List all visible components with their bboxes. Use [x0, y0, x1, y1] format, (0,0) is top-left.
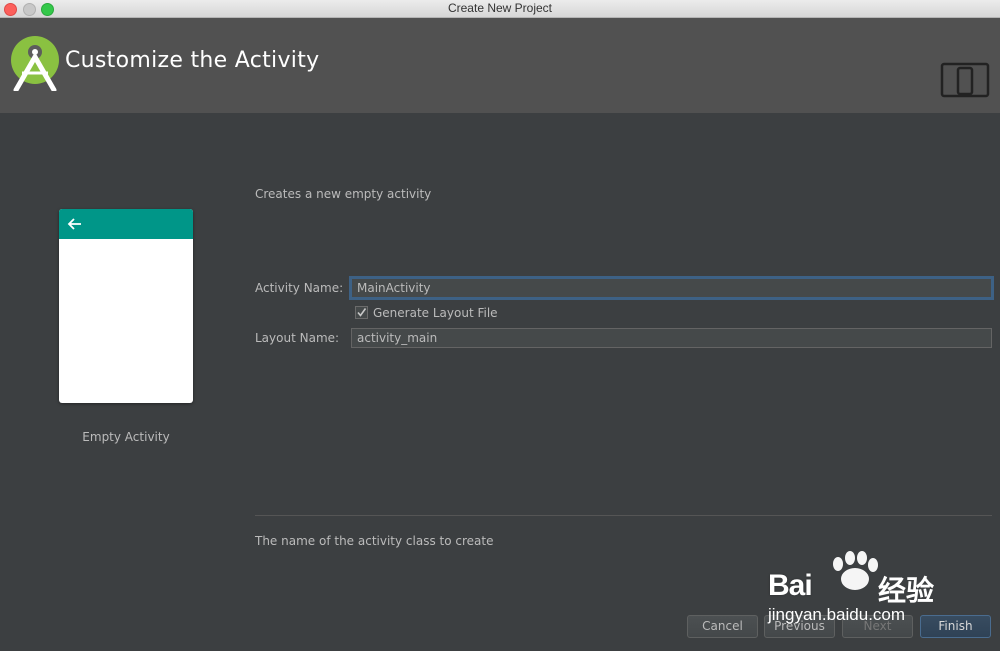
watermark-brand: Bai [768, 569, 813, 602]
generate-layout-label[interactable]: Generate Layout File [373, 306, 498, 320]
finish-button[interactable]: Finish [920, 615, 991, 638]
cancel-button[interactable]: Cancel [687, 615, 758, 638]
activity-preview [59, 209, 193, 403]
divider [255, 515, 992, 516]
activity-name-input[interactable]: MainActivity [351, 278, 992, 298]
wizard-header: Customize the Activity [0, 18, 1000, 113]
template-description: Creates a new empty activity [255, 187, 432, 201]
android-studio-icon [11, 36, 59, 91]
window-titlebar: Create New Project [0, 0, 1000, 18]
phone-tablet-icon [940, 62, 990, 98]
layout-name-label: Layout Name: [255, 331, 340, 345]
layout-name-input[interactable]: activity_main [351, 328, 992, 348]
watermark-brand-cn: 经验 [878, 574, 935, 607]
template-name: Empty Activity [82, 430, 170, 444]
activity-name-label: Activity Name: [255, 281, 344, 295]
preview-toolbar [59, 209, 193, 239]
check-icon [357, 308, 367, 317]
page-title: Customize the Activity [65, 48, 320, 73]
window-title: Create New Project [447, 1, 553, 15]
generate-layout-checkbox[interactable] [355, 306, 368, 319]
field-hint: The name of the activity class to create [255, 534, 494, 548]
watermark-url: jingyan.baidu.com [768, 605, 906, 624]
back-arrow-icon [67, 218, 81, 230]
